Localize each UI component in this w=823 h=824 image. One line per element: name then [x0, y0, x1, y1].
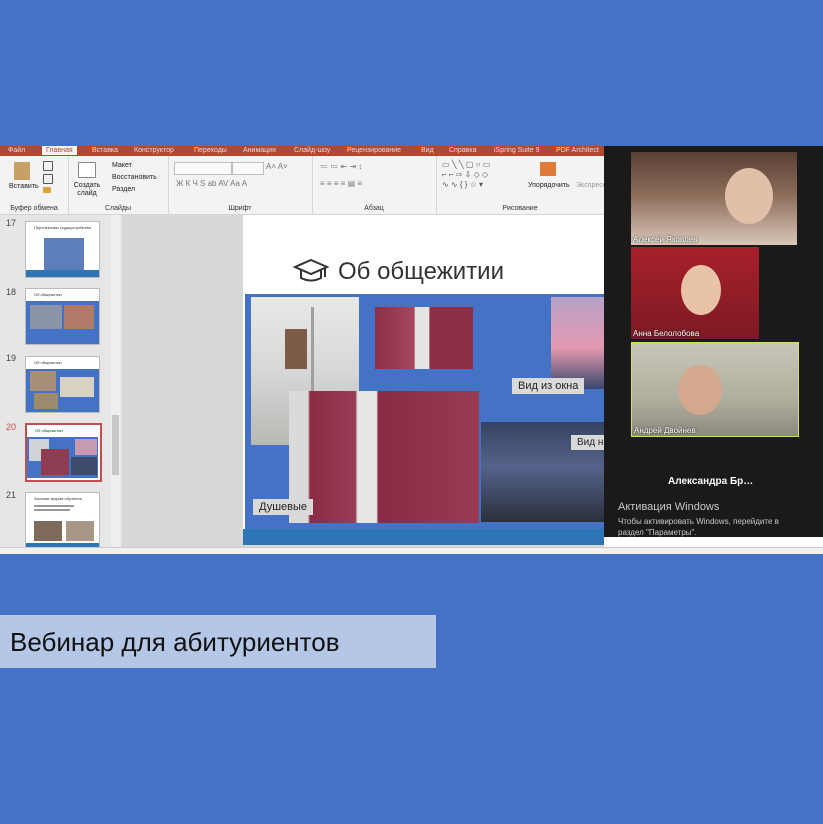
- group-paragraph: ≔ ≔ ⇤ ⇥ ↕ ≡ ≡ ≡ ≡ ▤ ≡ Абзац: [312, 156, 437, 214]
- font-family-select[interactable]: [174, 162, 232, 175]
- group-label-font: Шрифт: [228, 205, 252, 212]
- slide-number-current: 20: [6, 422, 17, 432]
- tab-transitions[interactable]: Переходы: [194, 146, 227, 155]
- layout-button[interactable]: Макет: [112, 162, 132, 170]
- slide-canvas: Об общежитии Вид из окна Вид н Душевые: [123, 215, 610, 547]
- tab-ispring[interactable]: iSpring Suite 9: [494, 146, 540, 155]
- slide-number: 19: [6, 353, 17, 363]
- group-label-paragraph: Абзац: [364, 205, 384, 212]
- thumbnail-scrollbar[interactable]: [111, 215, 120, 547]
- group-label-drawing: Рисование: [502, 205, 538, 212]
- caption-text: Вебинар для абитуриентов: [10, 627, 340, 657]
- arrange-button[interactable]: Упорядочить: [528, 182, 570, 190]
- group-font: A˄ A˅ Ж К Ч S ab AV Aa A Шрифт: [168, 156, 313, 214]
- group-clipboard: Вставить Буфер обмена: [0, 156, 69, 214]
- thumbnail-title: Об общежитии: [34, 292, 62, 297]
- group-slides: Создать слайд Макет Восстановить Раздел …: [68, 156, 169, 214]
- slide-thumbnail-18[interactable]: Об общежитии: [25, 288, 100, 345]
- video-call-panel: Алексей Яковлев Анна Белолобова Андрей Д…: [604, 146, 823, 537]
- tab-help[interactable]: Справка: [449, 146, 476, 155]
- tab-pdf-architect[interactable]: PDF Architect: [556, 146, 599, 155]
- label-window-view-1: Вид из окна: [512, 378, 585, 394]
- slide-number: 17: [6, 218, 17, 228]
- video-tile-2[interactable]: Анна Белолобова: [631, 247, 759, 339]
- paste-button[interactable]: Вставить: [9, 183, 39, 191]
- slide-thumbnail-19[interactable]: Об общежитии: [25, 356, 100, 413]
- thumbnail-title: Об общежитии: [35, 428, 63, 433]
- group-label-clipboard: Буфер обмена: [10, 205, 58, 212]
- thumbnail-title: Перспективы трудоустройства: [34, 225, 91, 230]
- arrange-icon: [540, 162, 556, 176]
- screen-capture: Файл Главная Вставка Конструктор Переход…: [0, 146, 823, 554]
- graduation-cap-icon: [293, 258, 329, 282]
- tab-design[interactable]: Конструктор: [134, 146, 174, 155]
- slide-bottom-bar: [243, 529, 604, 545]
- label-showers: Душевые: [253, 499, 314, 515]
- new-slide-button[interactable]: Создать слайд: [72, 182, 102, 198]
- tab-view[interactable]: Вид: [421, 146, 434, 155]
- slide-thumbnail-20[interactable]: Об общежитии: [25, 423, 102, 482]
- photo-shower-top: [375, 307, 473, 369]
- photo-window-view-1: [551, 297, 604, 389]
- tab-review[interactable]: Рецензирование: [347, 146, 401, 155]
- format-painter-icon[interactable]: [43, 187, 51, 193]
- cut-icon[interactable]: [43, 161, 53, 171]
- thumbnail-title: Заочная форма обучения: [34, 496, 82, 501]
- slide-thumbnail-21[interactable]: Заочная форма обучения: [25, 492, 100, 549]
- participant-name-no-video: Александра Бр…: [668, 476, 754, 487]
- copy-icon[interactable]: [43, 174, 53, 184]
- tab-file[interactable]: Файл: [8, 146, 25, 155]
- group-drawing: ▭ ╲ ╲ ▢ ○ ▭ ⌐ ⌐ ⇨ ⇩ ◇ ◇ ∿ ∿ { } ☆ ▾ Упоряд…: [436, 156, 627, 214]
- slide-thumbnail-17[interactable]: Перспективы трудоустройства: [25, 221, 100, 278]
- tab-animations[interactable]: Анимация: [243, 146, 276, 155]
- slide-thumbnail-pane: 17 Перспективы трудоустройства 18 Об общ…: [0, 215, 123, 549]
- slide-number: 18: [6, 287, 17, 297]
- caption-banner: Вебинар для абитуриентов: [0, 615, 436, 668]
- slide-number: 21: [6, 490, 17, 500]
- video-tile-3-active-speaker[interactable]: Андрей Двойнев: [631, 342, 799, 437]
- shapes-gallery-icon[interactable]: ▭ ╲ ╲ ▢ ○ ▭ ⌐ ⌐ ⇨ ⇩ ◇ ◇ ∿ ∿ { } ☆ ▾: [442, 160, 490, 190]
- grow-font-icon[interactable]: A˄ A˅: [266, 162, 288, 171]
- list-icons[interactable]: ≔ ≔ ⇤ ⇥ ↕: [320, 162, 362, 171]
- windows-activation-title: Активация Windows: [618, 501, 720, 513]
- reset-button[interactable]: Восстановить: [112, 174, 157, 182]
- photo-showers: [289, 391, 479, 523]
- slide-title: Об общежитии: [338, 258, 504, 285]
- participant-name: Анна Белолобова: [633, 329, 700, 338]
- tab-insert[interactable]: Вставка: [92, 146, 118, 155]
- status-bar: [0, 547, 823, 554]
- tab-home[interactable]: Главная: [42, 146, 77, 155]
- participant-name: Алексей Яковлев: [633, 235, 698, 244]
- new-slide-icon: [78, 162, 96, 178]
- tab-slideshow[interactable]: Слайд-шоу: [294, 146, 330, 155]
- section-button[interactable]: Раздел: [112, 186, 135, 194]
- paste-icon: [14, 162, 30, 180]
- group-label-slides: Слайды: [104, 205, 132, 212]
- font-size-select[interactable]: [232, 162, 264, 175]
- align-icons[interactable]: ≡ ≡ ≡ ≡ ▤ ≡: [320, 179, 362, 188]
- current-slide: Об общежитии Вид из окна Вид н Душевые: [243, 215, 610, 545]
- participant-name: Андрей Двойнев: [634, 426, 696, 435]
- windows-activation-text: Чтобы активировать Windows, перейдите вр…: [618, 517, 779, 537]
- video-tile-1[interactable]: Алексей Яковлев: [631, 152, 797, 245]
- thumbnail-title: Об общежитии: [34, 360, 62, 365]
- font-style-icons[interactable]: Ж К Ч S ab AV Aa A: [176, 179, 247, 188]
